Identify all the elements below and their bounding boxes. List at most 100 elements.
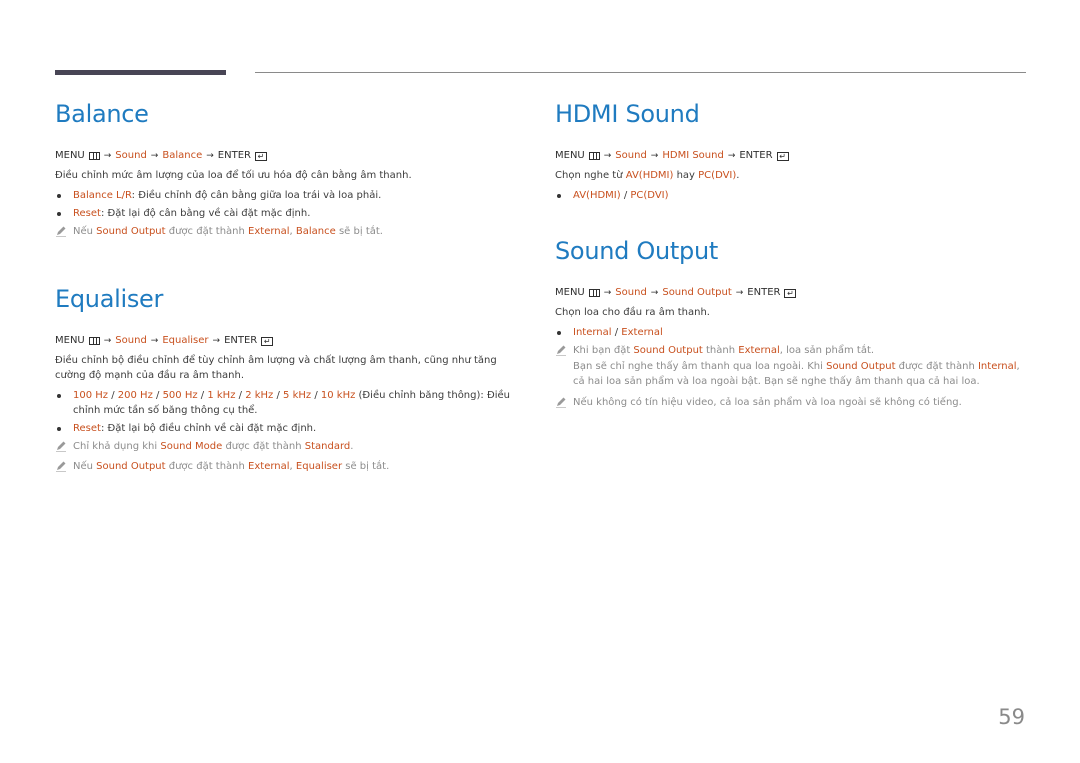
option-value: AV(HDMI) bbox=[573, 190, 621, 201]
option-term: Reset bbox=[73, 423, 101, 434]
path-item: Sound bbox=[615, 287, 647, 298]
bullet-icon bbox=[557, 331, 561, 335]
note-highlight: Balance bbox=[295, 226, 336, 237]
arrow-icon: → bbox=[650, 288, 659, 298]
section-title: Sound Output bbox=[555, 237, 718, 265]
band-option: 200 Hz bbox=[117, 390, 153, 401]
pencil-icon bbox=[56, 226, 66, 237]
menu-label: MENU bbox=[555, 287, 585, 298]
pencil-icon bbox=[56, 461, 66, 472]
note-highlight: Equaliser bbox=[295, 461, 343, 472]
section-equaliser: Equaliser MENU → Sound → Equaliser → ENT… bbox=[55, 283, 525, 474]
band-option: 5 kHz bbox=[283, 390, 312, 401]
menu-label: MENU bbox=[55, 150, 85, 161]
header-rule-thin bbox=[255, 72, 1026, 73]
path-item: Sound bbox=[115, 335, 147, 346]
enter-label: ENTER bbox=[217, 150, 251, 161]
arrow-icon: → bbox=[650, 151, 659, 161]
list-item: Internal / External bbox=[555, 325, 1025, 340]
note: Khi bạn đặt Sound Output thành External,… bbox=[555, 343, 1025, 389]
option-list: Balance L/R: Điều chỉnh độ cân bằng giữa… bbox=[55, 188, 525, 221]
note-highlight: Sound Output bbox=[96, 226, 166, 237]
arrow-icon: → bbox=[150, 151, 159, 161]
list-item: Balance L/R: Điều chỉnh độ cân bằng giữa… bbox=[55, 188, 525, 203]
menu-icon bbox=[88, 337, 100, 345]
section-description: Điều chỉnh bộ điều chỉnh để tùy chỉnh âm… bbox=[55, 355, 497, 381]
menu-path: MENU → Sound → Equaliser → ENTER ↵ bbox=[55, 334, 525, 348]
enter-icon: ↵ bbox=[776, 151, 789, 161]
pencil-icon bbox=[56, 441, 66, 452]
bullet-icon bbox=[57, 212, 61, 216]
option-text: : Đặt lại độ cân bằng về cài đặt mặc địn… bbox=[100, 208, 311, 219]
section-description: Chọn loa cho đầu ra âm thanh. bbox=[555, 307, 710, 318]
enter-label: ENTER bbox=[739, 150, 773, 161]
path-item: Sound Output bbox=[662, 287, 732, 298]
arrow-icon: → bbox=[150, 336, 159, 346]
menu-icon bbox=[588, 289, 600, 297]
note-highlight: Sound Output bbox=[633, 345, 703, 356]
left-column: Balance MENU → Sound → Balance → ENTER ↵… bbox=[55, 98, 525, 474]
menu-label: MENU bbox=[55, 335, 85, 346]
bullet-icon bbox=[57, 194, 61, 198]
enter-icon: ↵ bbox=[261, 336, 274, 346]
bullet-icon bbox=[557, 194, 561, 198]
option-term: Balance L/R bbox=[73, 190, 132, 201]
pencil-icon bbox=[556, 345, 566, 356]
note-highlight: External bbox=[248, 226, 290, 237]
section-title: Balance bbox=[55, 100, 149, 128]
menu-label: MENU bbox=[555, 150, 585, 161]
path-item: Balance bbox=[162, 150, 203, 161]
bullet-icon bbox=[57, 427, 61, 431]
menu-path: MENU → Sound → Sound Output → ENTER ↵ bbox=[555, 286, 1025, 300]
option-value: PC(DVI) bbox=[630, 190, 669, 201]
section-title: HDMI Sound bbox=[555, 100, 700, 128]
band-option: 500 Hz bbox=[162, 390, 198, 401]
band-option: 100 Hz bbox=[73, 390, 109, 401]
path-item: HDMI Sound bbox=[662, 150, 724, 161]
note-highlight: Internal bbox=[977, 361, 1017, 372]
note: Nếu Sound Output được đặt thành External… bbox=[55, 224, 525, 239]
bullet-icon bbox=[57, 394, 61, 398]
list-item: Reset: Đặt lại bộ điều chỉnh về cài đặt … bbox=[55, 421, 525, 436]
path-item: Sound bbox=[615, 150, 647, 161]
menu-icon bbox=[88, 152, 100, 160]
arrow-icon: → bbox=[206, 151, 214, 161]
note-highlight: Sound Mode bbox=[160, 441, 223, 452]
option-text: : Điều chỉnh độ cân bằng giữa loa trái v… bbox=[131, 190, 382, 201]
note-detail: Bạn sẽ chỉ nghe thấy âm thanh qua loa ng… bbox=[573, 361, 1020, 387]
right-column: HDMI Sound MENU → Sound → HDMI Sound → E… bbox=[555, 98, 1025, 410]
enter-icon: ↵ bbox=[784, 288, 797, 298]
band-option: 2 kHz bbox=[245, 390, 274, 401]
option-list: Internal / External bbox=[555, 325, 1025, 340]
arrow-icon: → bbox=[735, 288, 744, 298]
note-highlight: Sound Output bbox=[826, 361, 896, 372]
path-item: Sound bbox=[115, 150, 147, 161]
note: Chỉ khả dụng khi Sound Mode được đặt thà… bbox=[55, 439, 525, 454]
option-list: AV(HDMI) / PC(DVI) bbox=[555, 188, 1025, 203]
note-highlight: Sound Output bbox=[96, 461, 166, 472]
path-item: Equaliser bbox=[162, 335, 209, 346]
note-highlight: External bbox=[248, 461, 290, 472]
section-description: Chọn nghe từ AV(HDMI) hay PC(DVI). bbox=[555, 170, 740, 181]
option-term: Reset bbox=[73, 208, 101, 219]
enter-label: ENTER bbox=[224, 335, 258, 346]
section-title: Equaliser bbox=[55, 285, 164, 313]
menu-path: MENU → Sound → Balance → ENTER ↵ bbox=[55, 149, 525, 163]
arrow-icon: → bbox=[103, 151, 112, 161]
page-number: 59 bbox=[998, 705, 1025, 729]
option-text: : Đặt lại bộ điều chỉnh về cài đặt mặc đ… bbox=[100, 423, 317, 434]
arrow-icon: → bbox=[212, 336, 221, 346]
enter-label: ENTER bbox=[747, 287, 781, 298]
band-option: 10 kHz bbox=[320, 390, 356, 401]
band-option: 1 kHz bbox=[207, 390, 236, 401]
option-list: 100 Hz / 200 Hz / 500 Hz / 1 kHz / 2 kHz… bbox=[55, 388, 525, 436]
option-value: External bbox=[621, 327, 663, 338]
note-highlight: External bbox=[738, 345, 780, 356]
header-rule-thick bbox=[55, 70, 226, 75]
list-item: 100 Hz / 200 Hz / 500 Hz / 1 kHz / 2 kHz… bbox=[55, 388, 525, 418]
arrow-icon: → bbox=[103, 336, 112, 346]
section-balance: Balance MENU → Sound → Balance → ENTER ↵… bbox=[55, 98, 525, 239]
menu-path: MENU → Sound → HDMI Sound → ENTER ↵ bbox=[555, 149, 1025, 163]
pencil-icon bbox=[556, 397, 566, 408]
arrow-icon: → bbox=[727, 151, 736, 161]
